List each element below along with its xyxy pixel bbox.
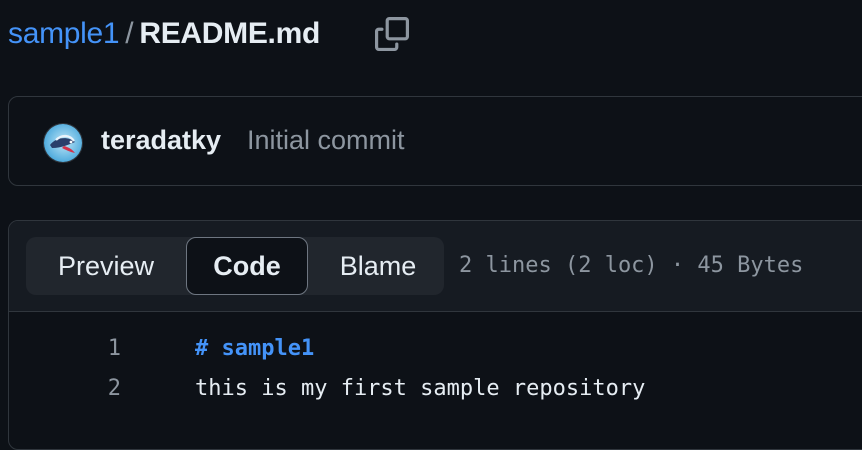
latest-commit-box: teradatky Initial commit (8, 96, 862, 186)
breadcrumb: sample1 / README.md (8, 14, 320, 54)
commit-message[interactable]: Initial commit (247, 125, 405, 156)
copy-icon (375, 17, 409, 51)
view-mode-switch: Preview Code Blame (26, 237, 444, 295)
breadcrumb-file-name: README.md (139, 17, 320, 50)
line-number[interactable]: 2 (69, 376, 121, 401)
line-number[interactable]: 1 (69, 336, 121, 361)
avatar-fish-icon (44, 124, 82, 162)
tab-preview[interactable]: Preview (32, 237, 180, 295)
breadcrumb-repo-link[interactable]: sample1 (8, 17, 120, 51)
line-content: # sample1 (195, 336, 315, 361)
author-avatar[interactable] (43, 123, 83, 163)
commit-author[interactable]: teradatky (101, 125, 221, 156)
line-content: this is my first sample repository (195, 376, 646, 401)
file-header: Preview Code Blame 2 lines (2 loc) · 45 … (9, 221, 862, 312)
file-info: 2 lines (2 loc) · 45 Bytes (459, 253, 804, 278)
tab-blame[interactable]: Blame (318, 237, 438, 295)
file-viewer: Preview Code Blame 2 lines (2 loc) · 45 … (8, 220, 862, 450)
tab-code[interactable]: Code (186, 237, 308, 295)
breadcrumb-separator: / (125, 17, 134, 50)
code-line: 2 this is my first sample repository (9, 368, 862, 408)
code-line: 1 # sample1 (9, 328, 862, 368)
copy-path-button[interactable] (372, 14, 412, 54)
